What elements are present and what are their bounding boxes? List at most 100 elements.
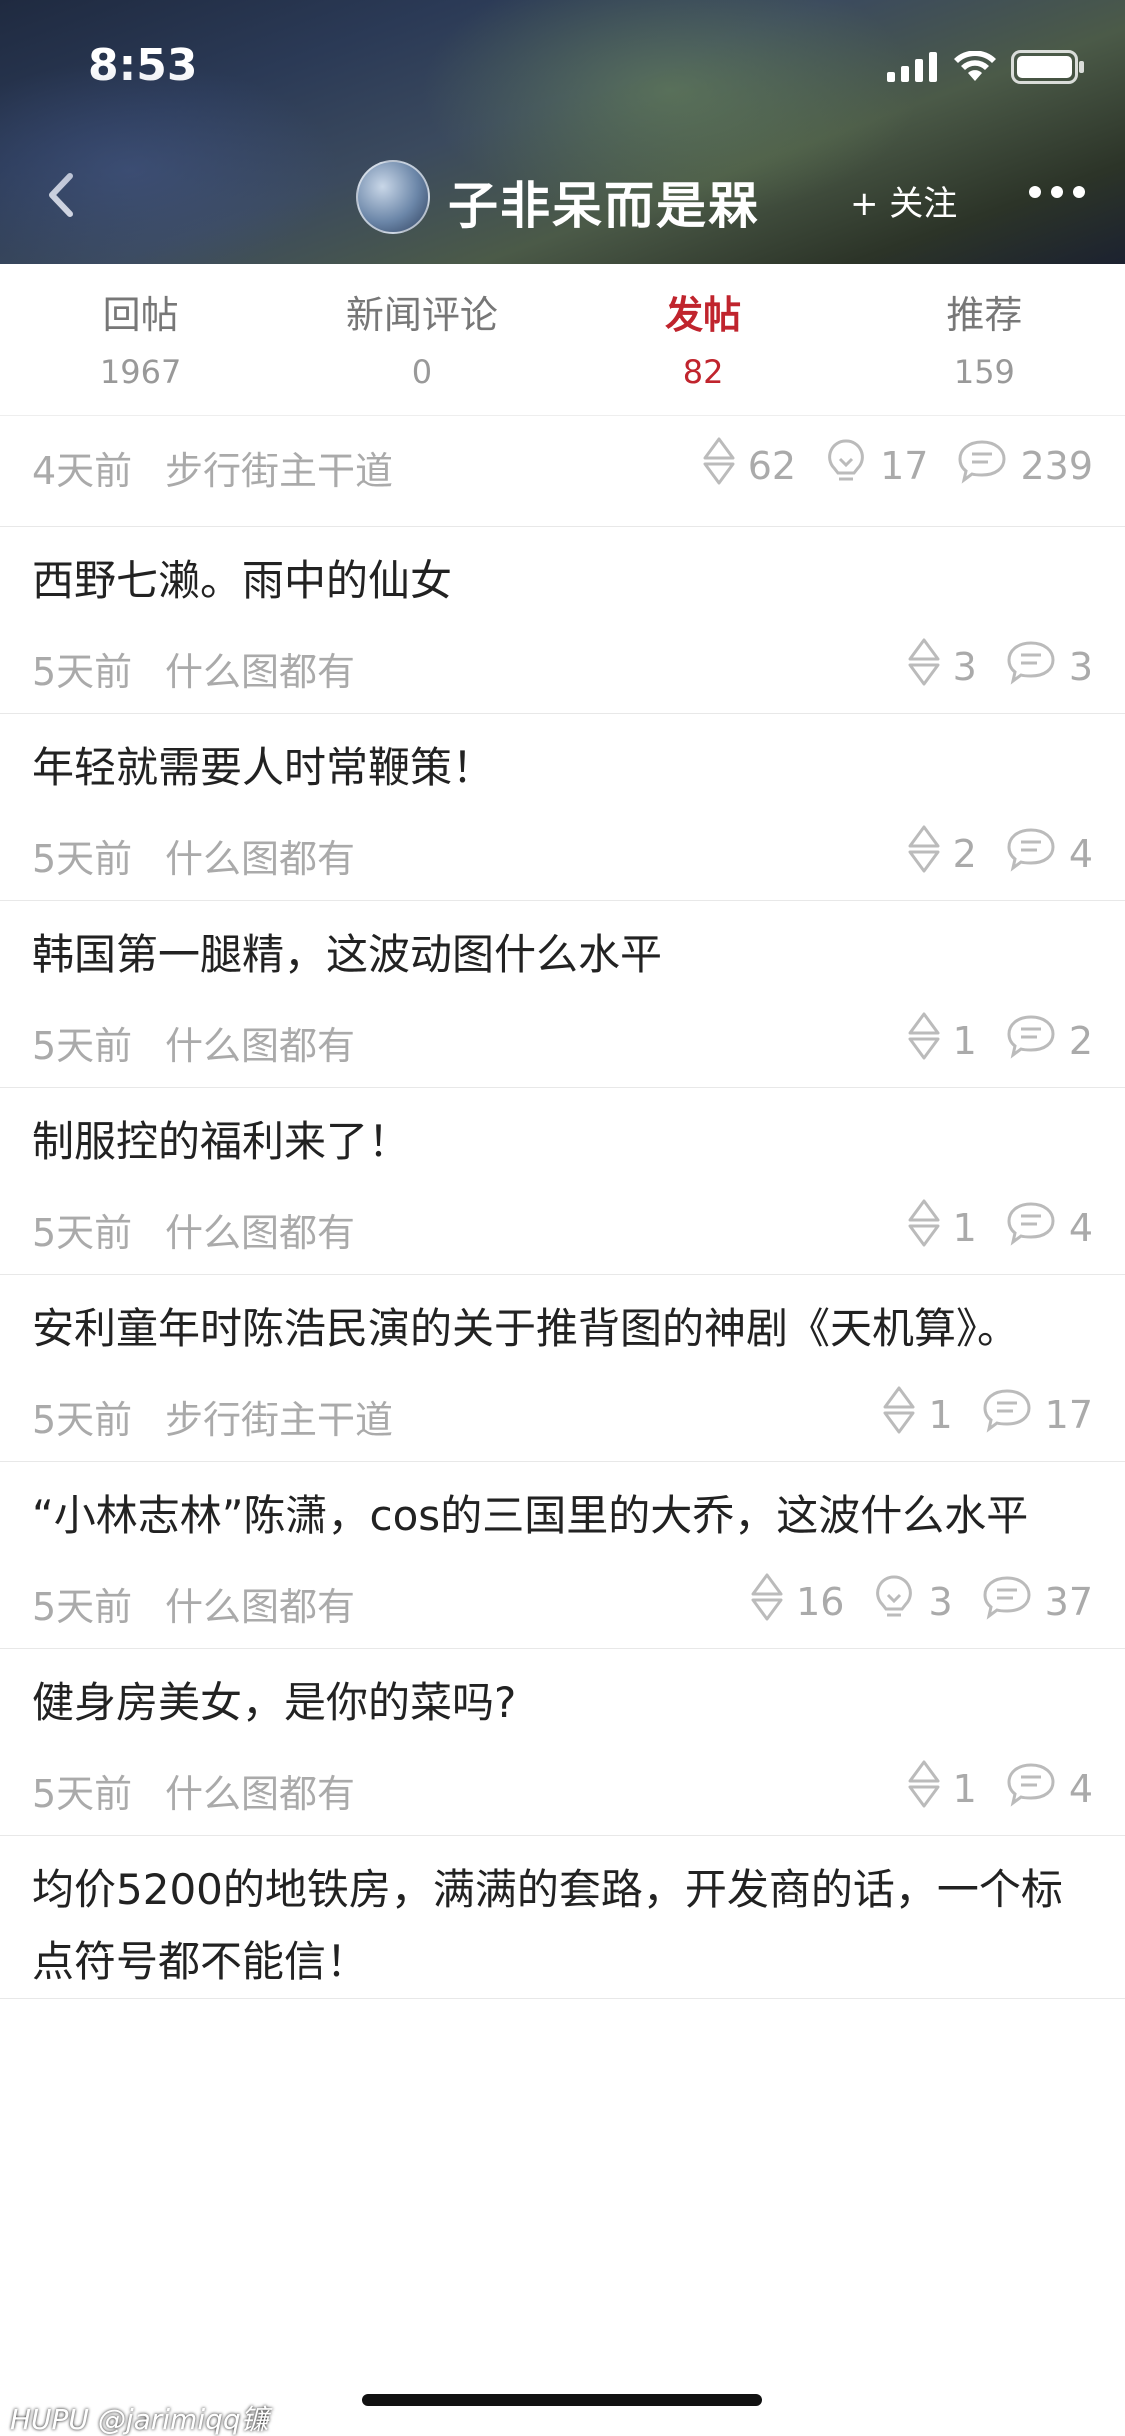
post-item[interactable]: 年轻就需要人时常鞭策！ 5天前 什么图都有 2 4	[0, 714, 1125, 901]
reply-stat[interactable]: 3	[1005, 639, 1093, 694]
post-board[interactable]: 步行街主干道	[165, 1389, 393, 1444]
vote-stat[interactable]: 16	[750, 1572, 844, 1631]
reply-stat[interactable]: 17	[981, 1387, 1093, 1442]
post-meta: 5天前 什么图都有 1 4	[0, 1178, 1125, 1274]
reply-icon	[1005, 1200, 1069, 1255]
post-board[interactable]: 什么图都有	[165, 641, 355, 696]
post-item[interactable]: 4天前 步行街主干道 62 17 239	[0, 416, 1125, 527]
avatar[interactable]	[356, 160, 430, 234]
vote-count: 1	[928, 1392, 953, 1437]
vote-count: 1	[952, 1766, 977, 1811]
post-board[interactable]: 什么图都有	[165, 1763, 355, 1818]
post-board[interactable]: 步行街主干道	[165, 440, 393, 495]
post-stats: 14	[879, 1198, 1093, 1257]
vote-stat[interactable]: 1	[907, 1198, 977, 1257]
tab-label: 新闻评论	[345, 293, 498, 337]
vote-icon	[702, 436, 748, 495]
post-item[interactable]: 均价5200的地铁房，满满的套路，开发商的话，一个标点符号都不能信！	[0, 1836, 1125, 1999]
vote-stat[interactable]: 1	[882, 1385, 953, 1444]
post-board[interactable]: 什么图都有	[165, 828, 355, 883]
tab-replies[interactable]: 回帖 1967	[0, 264, 281, 415]
wifi-icon	[954, 51, 996, 81]
vote-icon	[907, 637, 953, 696]
post-board[interactable]: 什么图都有	[165, 1576, 355, 1631]
post-item[interactable]: 制服控的福利来了！ 5天前 什么图都有 1 4	[0, 1088, 1125, 1275]
tab-label: 推荐	[946, 293, 1023, 337]
post-board[interactable]: 什么图都有	[165, 1015, 355, 1070]
status-time: 8:53	[88, 40, 198, 91]
status-icons	[887, 50, 1085, 84]
reply-icon	[1005, 1013, 1069, 1068]
tab-recommended[interactable]: 推荐 159	[844, 264, 1125, 415]
tab-news-comments[interactable]: 新闻评论 0	[281, 264, 562, 415]
post-meta: 4天前 步行街主干道 62 17 239	[0, 416, 1125, 527]
reply-stat[interactable]: 4	[1005, 826, 1093, 881]
follow-button[interactable]: + 关注	[850, 176, 957, 225]
battery-icon	[1011, 50, 1084, 84]
post-time: 5天前	[32, 1398, 133, 1442]
back-arrow-icon[interactable]	[38, 170, 88, 220]
post-meta: 5天前 什么图都有 1 2	[0, 991, 1125, 1087]
reply-count: 3	[1068, 644, 1093, 689]
reply-icon	[981, 1387, 1045, 1442]
reply-count: 37	[1044, 1579, 1093, 1624]
tab-count: 82	[682, 353, 724, 391]
post-title: “小林志林”陈潇，cos的三国里的大乔，这波什么水平	[32, 1491, 1029, 1540]
vote-icon	[907, 824, 953, 883]
vote-stat[interactable]: 3	[907, 637, 977, 696]
vote-stat[interactable]: 1	[907, 1759, 977, 1818]
reply-icon	[956, 438, 1020, 493]
reply-count: 4	[1068, 1205, 1093, 1250]
vote-count: 3	[952, 644, 977, 689]
post-meta: 5天前 什么图都有 3 3	[0, 617, 1125, 713]
vote-icon	[907, 1198, 953, 1257]
reply-stat[interactable]: 2	[1005, 1013, 1093, 1068]
post-list: 4天前 步行街主干道 62 17 239 西野七濑。雨中的仙女 5天前 什么图都有 3 3 年轻就需…	[0, 416, 1125, 1999]
post-stats: 14	[879, 1759, 1093, 1818]
post-item[interactable]: “小林志林”陈潇，cos的三国里的大乔，这波什么水平 5天前 什么图都有 16 3 37	[0, 1462, 1125, 1649]
reply-stat[interactable]: 4	[1005, 1761, 1093, 1816]
vote-count: 2	[952, 831, 977, 876]
light-stat[interactable]: 17	[824, 437, 928, 494]
light-count: 17	[880, 443, 929, 488]
vote-count: 16	[796, 1579, 845, 1624]
post-title: 制服控的福利来了！	[32, 1117, 411, 1166]
reply-count: 4	[1068, 1766, 1093, 1811]
post-title: 健身房美女，是你的菜吗?	[32, 1678, 517, 1727]
tab-count: 0	[411, 353, 433, 391]
post-time: 5天前	[32, 1585, 133, 1629]
post-meta: 5天前 什么图都有 16 3 37	[0, 1552, 1125, 1648]
post-time: 5天前	[32, 837, 133, 881]
post-item[interactable]: 健身房美女，是你的菜吗? 5天前 什么图都有 1 4	[0, 1649, 1125, 1836]
vote-stat[interactable]: 62	[702, 436, 796, 495]
vote-count: 1	[952, 1205, 977, 1250]
vote-icon	[907, 1759, 953, 1818]
light-stat[interactable]: 3	[872, 1573, 953, 1630]
tab-count: 159	[953, 353, 1015, 391]
post-item[interactable]: 韩国第一腿精，这波动图什么水平 5天前 什么图都有 1 2	[0, 901, 1125, 1088]
post-time: 5天前	[32, 650, 133, 694]
home-indicator[interactable]	[362, 2394, 762, 2406]
more-options-icon[interactable]	[1029, 186, 1085, 198]
vote-count: 1	[952, 1018, 977, 1063]
reply-icon	[981, 1574, 1045, 1629]
tab-posts[interactable]: 发帖 82	[563, 264, 844, 415]
reply-stat[interactable]: 37	[981, 1574, 1093, 1629]
post-meta: 5天前 步行街主干道 1 17	[0, 1365, 1125, 1461]
reply-stat[interactable]: 239	[956, 438, 1093, 493]
post-title: 西野七濑。雨中的仙女	[32, 556, 453, 605]
post-item[interactable]: 安利童年时陈浩民演的关于推背图的神剧《天机算》。 5天前 步行街主干道 1 17	[0, 1275, 1125, 1462]
vote-count: 62	[747, 443, 797, 488]
post-board[interactable]: 什么图都有	[165, 1202, 355, 1257]
light-count: 3	[928, 1579, 953, 1624]
vote-stat[interactable]: 1	[907, 1011, 977, 1070]
post-stats: 1 17	[854, 1385, 1093, 1444]
reply-stat[interactable]: 4	[1005, 1200, 1093, 1255]
profile-header: 8:53 子非呆而是槑 + 关注	[0, 0, 1125, 264]
post-item[interactable]: 西野七濑。雨中的仙女 5天前 什么图都有 3 3	[0, 527, 1125, 714]
vote-stat[interactable]: 2	[907, 824, 977, 883]
post-title: 安利童年时陈浩民演的关于推背图的神剧《天机算》。	[32, 1304, 1020, 1353]
reply-icon	[1005, 639, 1069, 694]
tab-count: 1967	[99, 353, 182, 391]
light-icon	[824, 437, 880, 494]
